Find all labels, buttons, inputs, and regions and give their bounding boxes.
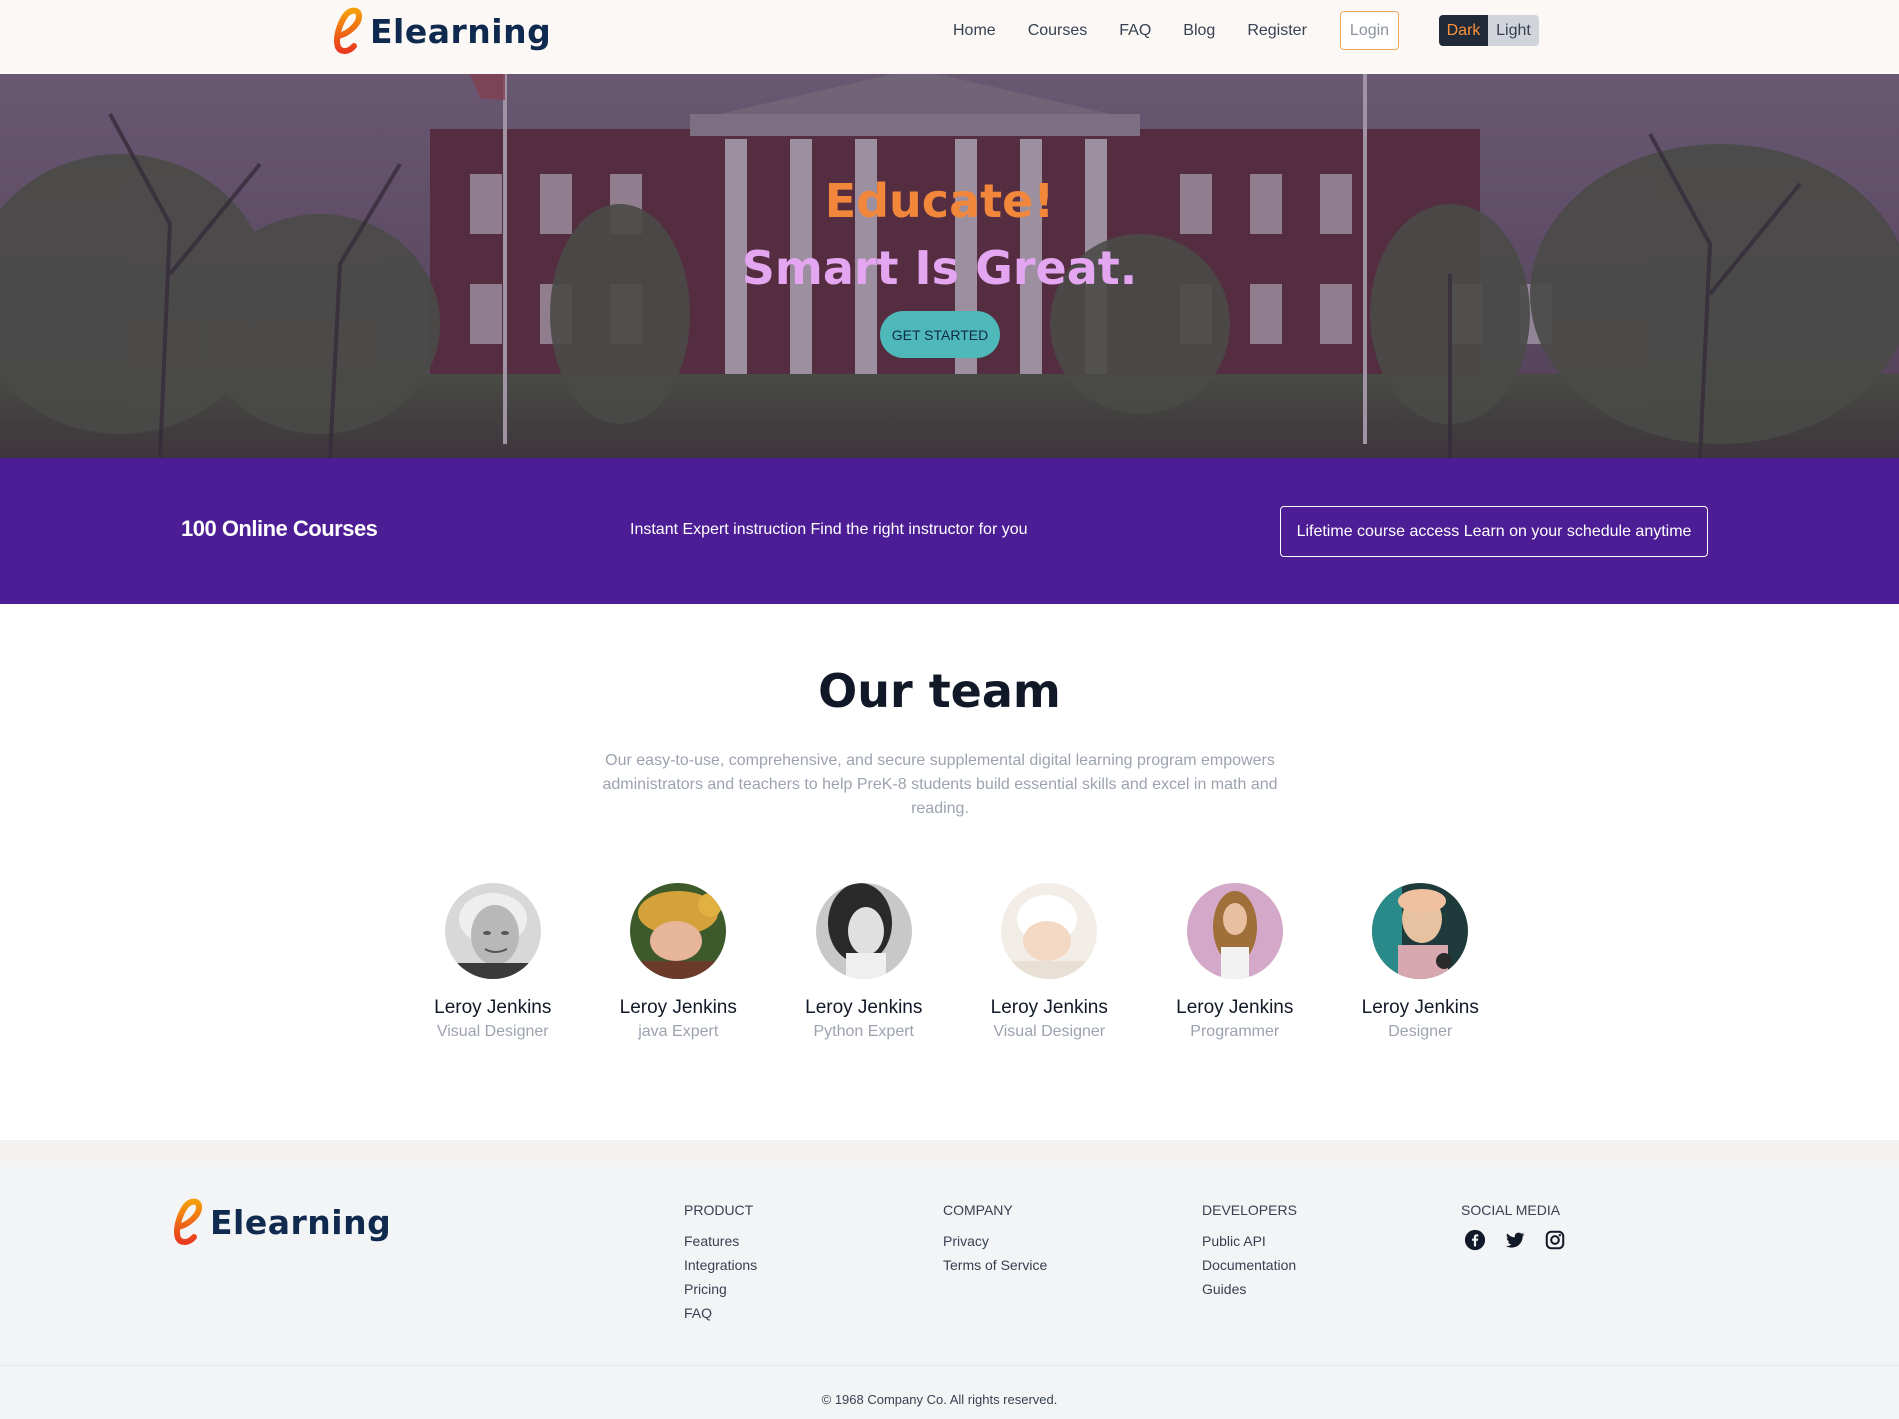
footer-product-column: PRODUCT Features Integrations Pricing FA…	[684, 1201, 757, 1325]
avatar	[1001, 883, 1098, 979]
member-role: Programmer	[1190, 1023, 1280, 1040]
nav-courses[interactable]: Courses	[1028, 20, 1088, 42]
member-role: Visual Designer	[993, 1023, 1106, 1040]
footer-link-faq[interactable]: FAQ	[684, 1301, 757, 1325]
footer-company-column: COMPANY Privacy Terms of Service	[943, 1201, 1047, 1277]
lifetime-access-button[interactable]: Lifetime course access Learn on your sch…	[1280, 506, 1708, 557]
brand-name: Elearning	[370, 11, 552, 51]
social-heading: SOCIAL MEDIA	[1461, 1202, 1561, 1218]
footer-link-integrations[interactable]: Integrations	[684, 1253, 757, 1277]
twitter-icon[interactable]	[1504, 1229, 1526, 1251]
facebook-icon[interactable]	[1464, 1229, 1486, 1251]
team-member: Leroy Jenkins Designer	[1328, 883, 1514, 1043]
member-name: Leroy Jenkins	[990, 997, 1108, 1018]
team-title: Our team	[818, 664, 1061, 718]
features-band: 100 Online Courses Instant Expert instru…	[0, 458, 1899, 604]
hero-title-line2: Smart Is Great.	[741, 241, 1138, 295]
member-name: Leroy Jenkins	[619, 997, 737, 1018]
member-name: Leroy Jenkins	[1176, 997, 1294, 1018]
footer-brand-logo[interactable]: Elearning	[170, 1197, 391, 1247]
navbar: Elearning Home Courses FAQ Blog Register…	[0, 0, 1899, 74]
get-started-button[interactable]: GET STARTED	[880, 311, 1000, 358]
script-e-logo-icon	[173, 1198, 202, 1245]
product-heading: PRODUCT	[684, 1202, 754, 1218]
footer: Elearning PRODUCT Features Integrations …	[0, 1161, 1899, 1365]
nav-home[interactable]: Home	[953, 20, 996, 42]
member-role: Designer	[1388, 1023, 1453, 1040]
theme-light-button[interactable]: Light	[1488, 15, 1539, 46]
team-member: Leroy Jenkins Visual Designer	[400, 883, 586, 1043]
developers-heading: DEVELOPERS	[1202, 1202, 1297, 1218]
brand-logo[interactable]: Elearning	[330, 6, 551, 56]
member-name: Leroy Jenkins	[1361, 997, 1479, 1018]
company-heading: COMPANY	[943, 1202, 1013, 1218]
instagram-icon[interactable]	[1544, 1229, 1566, 1251]
team-grid: Leroy Jenkins Visual Designer Leroy Jenk…	[400, 883, 1513, 1043]
hero-title-line1: Educate!	[824, 174, 1055, 228]
avatar	[630, 883, 727, 979]
avatar	[444, 883, 541, 979]
avatar	[1186, 883, 1283, 979]
member-role: Visual Designer	[436, 1023, 549, 1040]
nav-faq[interactable]: FAQ	[1119, 20, 1151, 42]
theme-toggle: Dark Light	[1439, 15, 1539, 46]
login-button[interactable]: Login	[1340, 11, 1399, 50]
member-role: Python Expert	[813, 1023, 915, 1040]
footer-social-column: SOCIAL MEDIA	[1461, 1201, 1566, 1251]
footer-link-privacy[interactable]: Privacy	[943, 1229, 1047, 1253]
team-member: Leroy Jenkins Programmer	[1142, 883, 1328, 1043]
avatar	[1372, 883, 1469, 979]
theme-dark-button[interactable]: Dark	[1439, 15, 1488, 46]
team-description: Our easy-to-use, comprehensive, and secu…	[602, 752, 1278, 817]
footer-developers-column: DEVELOPERS Public API Documentation Guid…	[1202, 1201, 1297, 1301]
script-e-logo-icon	[333, 7, 362, 54]
footer-link-terms[interactable]: Terms of Service	[943, 1253, 1047, 1277]
footer-link-features[interactable]: Features	[684, 1229, 757, 1253]
footer-link-guides[interactable]: Guides	[1202, 1277, 1297, 1301]
copyright: © 1968 Company Co. All rights reserved.	[821, 1392, 1058, 1407]
nav-blog[interactable]: Blog	[1183, 20, 1215, 42]
footer-link-documentation[interactable]: Documentation	[1202, 1253, 1297, 1277]
nav-register[interactable]: Register	[1247, 20, 1307, 42]
team-member: Leroy Jenkins Python Expert	[771, 883, 957, 1043]
courses-count: 100 Online Courses	[181, 516, 378, 541]
instruction-feature: Instant Expert instruction Find the righ…	[630, 521, 1028, 538]
member-name: Leroy Jenkins	[434, 997, 552, 1018]
footer-bottom-bar: © 1968 Company Co. All rights reserved.	[0, 1365, 1899, 1419]
hero-banner: Educate! Smart Is Great. GET STARTED	[0, 74, 1899, 458]
member-role: java Expert	[638, 1023, 719, 1040]
social-icons	[1464, 1229, 1566, 1251]
avatar	[815, 883, 912, 979]
footer-link-public-api[interactable]: Public API	[1202, 1229, 1297, 1253]
member-name: Leroy Jenkins	[805, 997, 923, 1018]
nav-links: Home Courses FAQ Blog Register	[953, 20, 1339, 42]
team-member: Leroy Jenkins java Expert	[586, 883, 772, 1043]
footer-divider-strip	[0, 1140, 1899, 1161]
footer-brand-name: Elearning	[210, 1202, 392, 1242]
footer-link-pricing[interactable]: Pricing	[684, 1277, 757, 1301]
team-member: Leroy Jenkins Visual Designer	[957, 883, 1143, 1043]
